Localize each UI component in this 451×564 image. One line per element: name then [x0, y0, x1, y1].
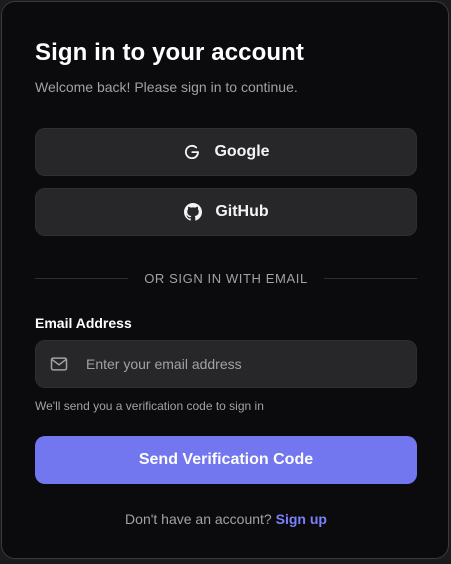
github-icon — [183, 202, 203, 222]
divider-line-right — [323, 277, 417, 279]
github-button-label: GitHub — [215, 203, 269, 220]
sign-in-card: Sign in to your account Welcome back! Pl… — [1, 1, 449, 559]
page-title: Sign in to your account — [35, 39, 304, 66]
sign-up-prompt-text: Don't have an account? — [125, 511, 272, 527]
email-divider: OR SIGN IN WITH EMAIL — [35, 268, 417, 288]
email-field-container[interactable] — [35, 340, 417, 388]
divider-line-left — [35, 277, 129, 279]
sign-up-prompt: Don't have an account? Sign up — [35, 511, 417, 527]
sign-up-link[interactable]: Sign up — [276, 511, 327, 527]
mail-icon — [48, 353, 70, 375]
email-input[interactable] — [84, 355, 416, 373]
email-label: Email Address — [35, 315, 132, 331]
google-button-label: Google — [214, 143, 270, 160]
github-sign-in-button[interactable]: GitHub — [35, 188, 417, 236]
divider-text: OR SIGN IN WITH EMAIL — [144, 270, 308, 286]
google-icon — [182, 142, 202, 162]
email-hint: We'll send you a verification code to si… — [35, 399, 264, 413]
send-verification-code-button[interactable]: Send Verification Code — [35, 436, 417, 484]
page-subtitle: Welcome back! Please sign in to continue… — [35, 79, 298, 95]
google-sign-in-button[interactable]: Google — [35, 128, 417, 176]
